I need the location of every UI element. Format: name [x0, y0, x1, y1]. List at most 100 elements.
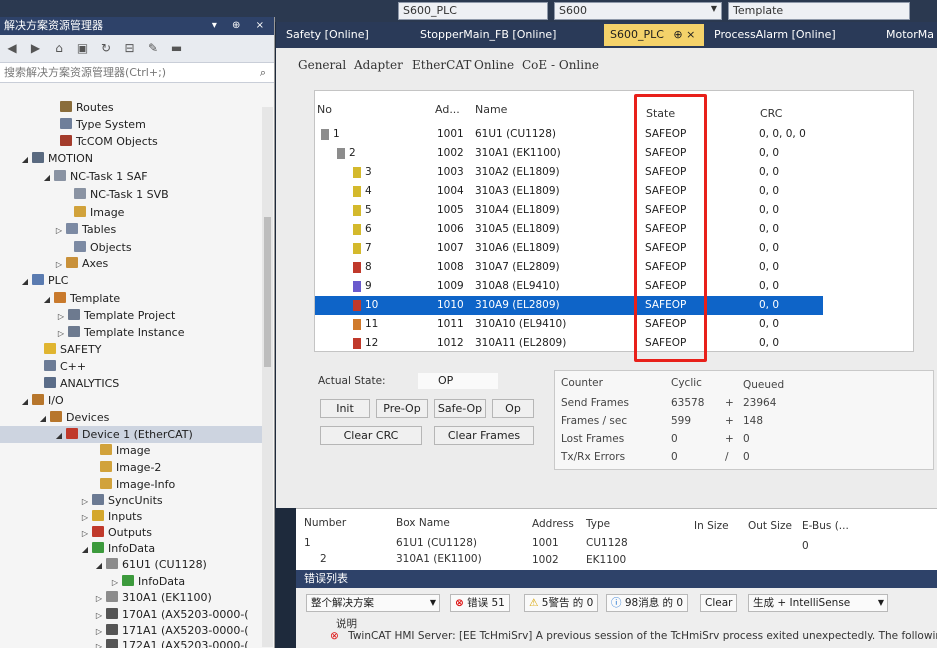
tab-motorma[interactable]: MotorMa	[880, 24, 937, 46]
slave-row[interactable]: 4 1004 310A3 (EL1809) SAFEOP 0, 0	[315, 182, 823, 201]
slave-row[interactable]: 9 1009 310A8 (EL9410) SAFEOP 0, 0	[315, 277, 823, 296]
tree-item[interactable]: ▷ 170A1 (AX5203-0000-(	[0, 606, 262, 623]
clear-frames-button[interactable]: Clear Frames	[434, 426, 534, 445]
tree-item[interactable]: Image	[0, 442, 262, 459]
slave-row[interactable]: 3 1003 310A2 (EL1809) SAFEOP 0, 0	[315, 163, 823, 182]
tree-item[interactable]: Image	[0, 204, 262, 221]
lower-header-type[interactable]: Type	[586, 518, 610, 530]
tree-item[interactable]: ◢ PLC	[0, 272, 262, 289]
preview-icon[interactable]: ▬	[169, 40, 185, 56]
home-icon[interactable]: ⌂	[51, 40, 67, 56]
collapsed-arrow-icon[interactable]: ▷	[56, 325, 66, 342]
expanded-arrow-icon[interactable]: ◢	[42, 291, 52, 308]
tree-item[interactable]: ◢ Devices	[0, 409, 262, 426]
tree-item[interactable]: ▷ Template Project	[0, 307, 262, 324]
slave-row[interactable]: 5 1005 310A4 (EL1809) SAFEOP 0, 0	[315, 201, 823, 220]
lower-header-address[interactable]: Address	[532, 518, 574, 530]
expanded-arrow-icon[interactable]: ◢	[38, 410, 48, 427]
tab-processalarm[interactable]: ProcessAlarm [Online]	[708, 24, 842, 46]
tree-item[interactable]: ANALYTICS	[0, 375, 262, 392]
slave-row[interactable]: 8 1008 310A7 (EL2809) SAFEOP 0, 0	[315, 258, 823, 277]
tab-stoppermain[interactable]: StopperMain_FB [Online]	[414, 24, 562, 46]
properties-icon[interactable]: ✎	[145, 40, 161, 56]
explorer-search-box[interactable]: 搜索解决方案资源管理器(Ctrl+;) ⌕	[0, 63, 274, 83]
subtab-adapter[interactable]: Adapter	[354, 58, 403, 72]
tab-s600-plc[interactable]: S600_PLC ⊕ ×	[604, 24, 704, 46]
switch-views-icon[interactable]: ▣	[75, 40, 91, 56]
tree-item[interactable]: ◢ I/O	[0, 392, 262, 409]
init-button[interactable]: Init	[320, 399, 370, 418]
messages-filter-button[interactable]: ⓘ 98消息 的 0	[606, 594, 689, 612]
safeop-button[interactable]: Safe-Op	[434, 399, 486, 418]
slave-row[interactable]: 11 1011 310A10 (EL9410) SAFEOP 0, 0	[315, 315, 823, 334]
col-header-name[interactable]: Name	[475, 103, 507, 116]
subtab-general[interactable]: General	[298, 58, 346, 72]
explorer-scroll-thumb[interactable]	[264, 217, 271, 367]
search-icon[interactable]: ⌕	[260, 63, 266, 83]
lower-header-in-size[interactable]: In Size	[694, 520, 729, 532]
tree-item[interactable]: TcCOM Objects	[0, 133, 262, 150]
tree-item[interactable]: ◢ InfoData	[0, 540, 262, 557]
tree-item[interactable]: Objects	[0, 239, 262, 256]
tree-item[interactable]: Type System	[0, 116, 262, 133]
tree-item[interactable]: Image-2	[0, 459, 262, 476]
sync-icon[interactable]: ↻	[98, 40, 114, 56]
tree-item[interactable]: SAFETY	[0, 341, 262, 358]
collapsed-arrow-icon[interactable]: ▷	[54, 256, 64, 273]
forward-icon[interactable]: ▶	[28, 40, 44, 56]
tree-item[interactable]: ◢ 61U1 (CU1128)	[0, 556, 262, 573]
slave-row[interactable]: 10 1010 310A9 (EL2809) SAFEOP 0, 0	[315, 296, 823, 315]
tree-item[interactable]: ▷ SyncUnits	[0, 492, 262, 509]
col-header-address[interactable]: Ad...	[435, 103, 460, 116]
errors-filter-button[interactable]: ⊗ 错误 51	[450, 594, 510, 612]
build-intellisense-select[interactable]: 生成 + IntelliSense ▼	[748, 594, 888, 612]
expanded-arrow-icon[interactable]: ◢	[94, 557, 104, 574]
tree-item[interactable]: NC-Task 1 SVB	[0, 186, 262, 203]
slave-row[interactable]: 6 1006 310A5 (EL1809) SAFEOP 0, 0	[315, 220, 823, 239]
col-header-no[interactable]: No	[317, 103, 332, 116]
clear-errors-button[interactable]: Clear	[700, 594, 738, 612]
tab-pin-close-icon[interactable]: ⊕ ×	[673, 28, 695, 41]
tree-item[interactable]: C++	[0, 358, 262, 375]
error-col-description[interactable]: 说明	[336, 616, 357, 631]
expanded-arrow-icon[interactable]: ◢	[20, 151, 30, 168]
tree-item[interactable]: ▷ Outputs	[0, 524, 262, 541]
col-header-state[interactable]: State	[646, 107, 675, 120]
error-scope-select[interactable]: 整个解决方案 ▼	[306, 594, 440, 612]
tree-item[interactable]: ▷ Template Instance	[0, 324, 262, 341]
tree-item[interactable]: Routes	[0, 99, 262, 116]
tree-item[interactable]: ▷ Tables	[0, 221, 262, 238]
tree-item[interactable]: ▷ 172A1 (AX5203-0000-(	[0, 637, 262, 648]
collapsed-arrow-icon[interactable]: ▷	[54, 222, 64, 239]
subtab-coe-online[interactable]: CoE - Online	[522, 58, 599, 72]
warnings-filter-button[interactable]: ⚠ 5警告 的 0	[524, 594, 599, 612]
lower-header-ebus[interactable]: E-Bus (...	[802, 520, 849, 532]
tree-item[interactable]: ◢ Template	[0, 290, 262, 307]
error-message-row[interactable]: ⊗ TwinCAT HMI Server: [EE TcHmiSrv] A pr…	[296, 630, 937, 648]
collapse-icon[interactable]: ⊟	[122, 40, 138, 56]
solution-config-combo[interactable]: S600_PLC	[398, 2, 548, 20]
lower-header-number[interactable]: Number	[304, 517, 346, 529]
collapsed-arrow-icon[interactable]: ▷	[94, 590, 104, 607]
lower-header-box-name[interactable]: Box Name	[396, 517, 450, 529]
slave-row[interactable]: 12 1012 310A11 (EL2809) SAFEOP 0, 0	[315, 334, 823, 353]
back-icon[interactable]: ◀	[4, 40, 20, 56]
template-combo[interactable]: Template	[728, 2, 910, 20]
tree-item[interactable]: ◢ MOTION	[0, 150, 262, 167]
tree-item[interactable]: ▷ InfoData	[0, 573, 262, 590]
tree-item[interactable]: ▷ Inputs	[0, 508, 262, 525]
clear-crc-button[interactable]: Clear CRC	[320, 426, 422, 445]
explorer-scrollbar[interactable]	[262, 107, 273, 647]
lower-header-out-size[interactable]: Out Size	[748, 520, 792, 532]
op-button[interactable]: Op	[492, 399, 534, 418]
subtab-online[interactable]: Online	[474, 58, 514, 72]
expanded-arrow-icon[interactable]: ◢	[20, 393, 30, 410]
slave-row[interactable]: 1 1001 61U1 (CU1128) SAFEOP 0, 0, 0, 0	[315, 125, 823, 144]
expanded-arrow-icon[interactable]: ◢	[42, 169, 52, 186]
preop-button[interactable]: Pre-Op	[376, 399, 428, 418]
subtab-ethercat[interactable]: EtherCAT	[412, 58, 471, 72]
tree-item[interactable]: ▷ 310A1 (EK1100)	[0, 589, 262, 606]
tree-item[interactable]: Image-Info	[0, 476, 262, 493]
collapsed-arrow-icon[interactable]: ▷	[56, 308, 66, 325]
expanded-arrow-icon[interactable]: ◢	[20, 273, 30, 290]
